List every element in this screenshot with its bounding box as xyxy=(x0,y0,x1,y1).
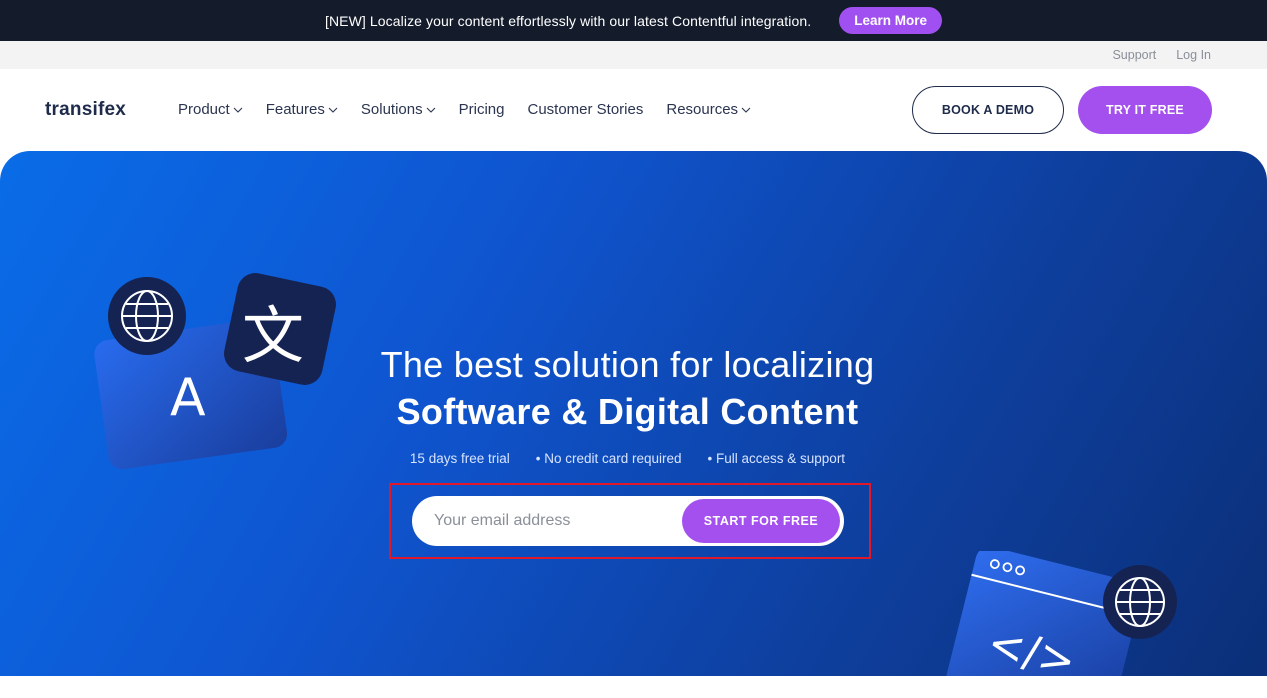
email-input[interactable] xyxy=(434,496,674,546)
nav-item-label: Customer Stories xyxy=(527,101,644,118)
learn-more-button[interactable]: Learn More xyxy=(839,7,943,34)
nav-item-customer-stories[interactable]: Customer Stories xyxy=(527,101,643,118)
nav-item-pricing[interactable]: Pricing xyxy=(459,101,505,118)
feature-full-access: • Full access & support xyxy=(707,451,846,466)
main-nav: transifex Product Features Solutions Pri… xyxy=(0,69,1267,151)
chevron-down-icon xyxy=(426,107,436,113)
hero-heading-line1: The best solution for localizing xyxy=(380,344,875,385)
feature-no-credit-card: • No credit card required xyxy=(535,451,682,466)
nav-item-resources[interactable]: Resources xyxy=(666,101,751,118)
start-for-free-button[interactable]: START FOR FREE xyxy=(682,499,840,543)
nav-item-label: Product xyxy=(178,101,230,118)
nav-item-features[interactable]: Features xyxy=(266,101,338,118)
book-demo-button[interactable]: BOOK A DEMO xyxy=(912,86,1064,134)
hero-features: 15 days free trial • No credit card requ… xyxy=(0,451,1255,466)
logo[interactable]: transifex xyxy=(45,99,126,121)
code-illustration: </> xyxy=(945,551,1177,676)
nav-item-product[interactable]: Product xyxy=(178,101,243,118)
feature-free-trial: 15 days free trial xyxy=(409,451,510,466)
hero-section: A 文 The best solution for localizing Sof… xyxy=(0,151,1267,676)
utility-bar: Support Log In xyxy=(0,41,1267,69)
nav-item-label: Solutions xyxy=(360,101,423,118)
nav-item-label: Resources xyxy=(666,101,739,118)
chevron-down-icon xyxy=(233,107,243,113)
support-link[interactable]: Support xyxy=(1112,48,1156,62)
chevron-down-icon xyxy=(328,107,338,113)
announcement-bar: [NEW] Localize your content effortlessly… xyxy=(0,0,1267,41)
announcement-text: [NEW] Localize your content effortlessly… xyxy=(324,12,812,29)
hero-heading-line2: Software & Digital Content xyxy=(396,391,859,432)
chevron-down-icon xyxy=(741,107,751,113)
nav-menu: Product Features Solutions Pricing Custo… xyxy=(178,101,774,118)
nav-item-label: Features xyxy=(265,101,325,118)
try-free-button[interactable]: TRY IT FREE xyxy=(1078,86,1212,134)
signup-form: START FOR FREE xyxy=(412,496,844,546)
login-link[interactable]: Log In xyxy=(1176,48,1211,62)
nav-item-label: Pricing xyxy=(458,101,505,118)
nav-item-solutions[interactable]: Solutions xyxy=(361,101,436,118)
